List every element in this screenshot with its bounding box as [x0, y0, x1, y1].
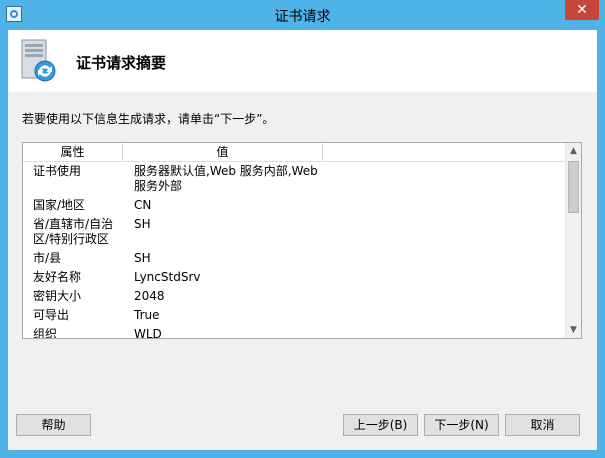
- attribute-cell: 省/直辖市/自治区/特别行政区: [33, 217, 114, 246]
- close-button[interactable]: ✕: [565, 0, 599, 20]
- list-item[interactable]: 密钥大小 2048: [23, 287, 567, 306]
- list-item[interactable]: 可导出 True: [23, 306, 567, 325]
- value-cell: SH: [134, 217, 151, 231]
- attribute-cell: 可导出: [33, 308, 70, 322]
- next-button[interactable]: 下一步(N): [424, 414, 499, 436]
- attribute-cell: 组织: [33, 327, 58, 339]
- back-button[interactable]: 上一步(B): [343, 414, 418, 436]
- value-cell: WLD: [134, 327, 162, 339]
- list-item[interactable]: 证书使用 服务器默认值,Web 服务内部,Web 服务外部: [23, 162, 567, 196]
- help-button[interactable]: 帮助: [16, 414, 91, 436]
- column-header-attribute[interactable]: 属性: [23, 143, 123, 161]
- column-header-value[interactable]: 值: [123, 143, 323, 161]
- value-cell: True: [134, 308, 160, 322]
- value-cell: 服务器默认值,Web 服务内部,Web 服务外部: [134, 164, 318, 193]
- instruction-text: 若要使用以下信息生成请求，请单击“下一步”。: [22, 112, 275, 126]
- list-item[interactable]: 市/县 SH: [23, 249, 567, 268]
- attribute-cell: 国家/地区: [33, 198, 86, 212]
- column-headers: 属性 值: [23, 143, 567, 162]
- title-bar: 证书请求 ✕: [0, 0, 605, 30]
- attribute-cell: 密钥大小: [33, 289, 82, 303]
- value-cell: LyncStdSrv: [134, 270, 201, 284]
- value-cell: 2048: [134, 289, 165, 303]
- chevron-up-icon[interactable]: ▲: [566, 143, 581, 159]
- list-item[interactable]: 组织 WLD: [23, 325, 567, 339]
- vertical-scrollbar[interactable]: ▲ ▼: [565, 143, 581, 338]
- wizard-header: 证书请求摘要: [8, 30, 597, 92]
- cancel-button[interactable]: 取消: [505, 414, 580, 436]
- value-cell: CN: [134, 198, 152, 212]
- server-certificate-icon: [21, 39, 56, 82]
- summary-list[interactable]: 属性 值 证书使用 服务器默认值,Web 服务内部,Web 服务外部 国家/地区…: [22, 142, 582, 339]
- list-rows: 证书使用 服务器默认值,Web 服务内部,Web 服务外部 国家/地区 CN 省…: [23, 162, 567, 339]
- window-title: 证书请求: [274, 9, 331, 25]
- dialog-body: 证书请求摘要 若要使用以下信息生成请求，请单击“下一步”。 属性 值 证书使用 …: [8, 30, 597, 450]
- chevron-down-icon[interactable]: ▼: [566, 322, 581, 338]
- list-item[interactable]: 国家/地区 CN: [23, 196, 567, 215]
- value-cell: SH: [134, 251, 151, 265]
- list-item[interactable]: 省/直辖市/自治区/特别行政区 SH: [23, 215, 567, 249]
- scrollbar-thumb[interactable]: [568, 161, 579, 213]
- page-title: 证书请求摘要: [76, 54, 167, 72]
- attribute-cell: 友好名称: [33, 270, 82, 284]
- attribute-cell: 证书使用: [33, 164, 82, 178]
- attribute-cell: 市/县: [33, 251, 62, 265]
- list-item[interactable]: 友好名称 LyncStdSrv: [23, 268, 567, 287]
